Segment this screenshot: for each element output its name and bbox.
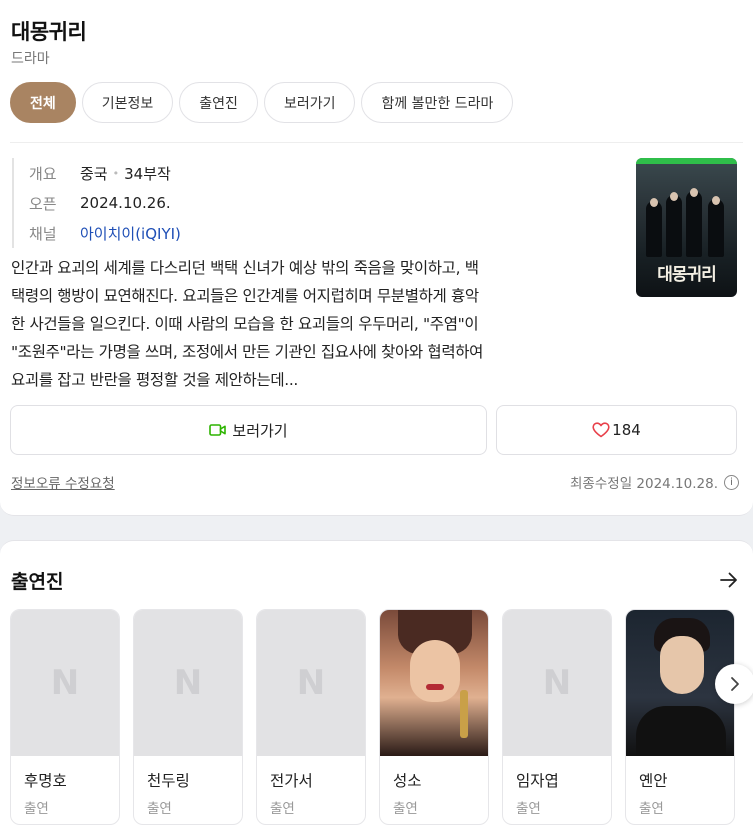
info-icon[interactable]: i xyxy=(724,474,739,490)
divider xyxy=(10,142,743,143)
cast-role: 출연 xyxy=(270,801,295,817)
cast-photo-placeholder: N xyxy=(134,610,242,756)
tab-similar-dramas[interactable]: 함께 볼만한 드라마 xyxy=(361,82,514,123)
cast-role: 출연 xyxy=(639,801,664,817)
face-shape xyxy=(660,636,704,694)
info-row-open: 오픈 2024.10.26. xyxy=(29,188,181,218)
cast-name: 천두링 xyxy=(147,772,190,790)
video-camera-icon xyxy=(209,424,227,436)
cast-role: 출연 xyxy=(393,801,418,817)
n-logo-icon: N xyxy=(542,663,572,703)
arrow-right-icon[interactable] xyxy=(719,571,739,589)
tab-bar: 전체 기본정보 출연진 보러가기 함께 볼만한 드라마 xyxy=(10,82,514,123)
country-value: 중국 xyxy=(80,164,108,183)
poster-figure xyxy=(708,199,724,257)
poster-face xyxy=(712,196,720,205)
report-error-link[interactable]: 정보오류 수정요청 xyxy=(11,472,115,492)
cast-section-title: 출연진 xyxy=(11,571,64,593)
watch-button-label: 보러가기 xyxy=(232,421,288,440)
chevron-right-icon xyxy=(731,677,739,691)
carousel-next-button[interactable] xyxy=(715,664,753,704)
tab-basic-info[interactable]: 기본정보 xyxy=(81,82,174,123)
last-updated-text: 최종수정일 2024.10.28. xyxy=(570,476,718,492)
cast-name: 성소 xyxy=(393,772,422,790)
synopsis-line: 한 사건들을 일으킨다. 이때 사람의 모습을 한 요괴들의 우두머리, "주염… xyxy=(11,315,479,333)
poster-face xyxy=(670,192,678,201)
cast-photo-placeholder: N xyxy=(257,610,365,756)
cast-card[interactable]: N 전가서 출연 xyxy=(256,609,366,825)
cast-role: 출연 xyxy=(147,801,172,817)
genre-label: 드라마 xyxy=(11,51,50,67)
overview-label: 개요 xyxy=(29,164,57,183)
open-date-value: 2024.10.26. xyxy=(80,194,171,212)
cast-card[interactable]: N 후명호 출연 xyxy=(10,609,120,825)
drama-info-card: 대몽귀리 드라마 전체 기본정보 출연진 보러가기 함께 볼만한 드라마 개요 … xyxy=(0,0,753,516)
heart-icon xyxy=(592,422,610,438)
face-shape xyxy=(410,640,460,702)
poster-face xyxy=(650,198,658,207)
poster-image[interactable]: 대몽귀리 xyxy=(636,158,737,297)
cast-card[interactable]: N 임자엽 출연 xyxy=(502,609,612,825)
cast-card[interactable]: 옌안 출연 xyxy=(625,609,735,825)
open-label: 오픈 xyxy=(29,194,57,213)
page-title: 대몽귀리 xyxy=(11,20,87,44)
synopsis-line: 인간과 요괴의 세계를 다스리던 백택 신녀가 예상 밖의 죽음을 맞이하고, … xyxy=(11,259,479,277)
cast-section: 출연진 N 후명호 출연 N 천두링 출연 N 전가서 출연 성소 출연 N 임… xyxy=(0,540,753,832)
cast-name: 전가서 xyxy=(270,772,313,790)
poster-figure xyxy=(666,195,682,257)
synopsis: 인간과 요괴의 세계를 다스리던 백택 신녀가 예상 밖의 죽음을 맞이하고, … xyxy=(11,254,621,394)
cast-name: 후명호 xyxy=(24,772,67,790)
cast-role: 출연 xyxy=(24,801,49,817)
cast-name: 임자엽 xyxy=(516,772,559,790)
n-logo-icon: N xyxy=(296,663,326,703)
n-logo-icon: N xyxy=(50,663,80,703)
info-row-channel: 채널 아이치이(iQIYI) xyxy=(29,218,181,248)
episodes-value: 34부작 xyxy=(124,164,171,183)
cast-photo-placeholder: N xyxy=(503,610,611,756)
like-count: 184 xyxy=(612,421,641,439)
poster-title: 대몽귀리 xyxy=(657,265,717,285)
n-logo-icon: N xyxy=(173,663,203,703)
poster-figure xyxy=(646,201,662,257)
last-updated: 최종수정일 2024.10.28. i xyxy=(570,472,739,492)
cast-photo xyxy=(380,610,488,756)
info-row-overview: 개요 중국 • 34부작 xyxy=(29,158,181,188)
poster-face xyxy=(690,188,698,197)
cast-role: 출연 xyxy=(516,801,541,817)
watch-button[interactable]: 보러가기 xyxy=(10,405,487,455)
earring-shape xyxy=(460,690,468,738)
separator-dot: • xyxy=(112,166,120,180)
synopsis-line: 요괴를 잡고 반란을 평정할 것을 제안하는데... xyxy=(11,371,298,389)
cast-list: N 후명호 출연 N 천두링 출연 N 전가서 출연 성소 출연 N 임자엽 출… xyxy=(10,609,735,825)
tab-watch[interactable]: 보러가기 xyxy=(263,82,356,123)
cast-card[interactable]: N 천두링 출연 xyxy=(133,609,243,825)
channel-link[interactable]: 아이치이(iQIYI) xyxy=(80,223,181,244)
tab-cast[interactable]: 출연진 xyxy=(179,82,258,123)
info-list: 개요 중국 • 34부작 오픈 2024.10.26. 채널 아이치이(iQIY… xyxy=(12,158,181,248)
like-button[interactable]: 184 xyxy=(496,405,737,455)
cast-photo-placeholder: N xyxy=(11,610,119,756)
synopsis-line: "조원주"라는 가명을 쓰며, 조정에서 만든 기관인 집요사에 찾아와 협력하… xyxy=(11,343,484,361)
tab-all[interactable]: 전체 xyxy=(10,82,76,123)
poster-figure xyxy=(686,191,702,257)
cast-card[interactable]: 성소 출연 xyxy=(379,609,489,825)
shoulder-shape xyxy=(636,706,726,756)
cast-name: 옌안 xyxy=(639,772,668,790)
lips-shape xyxy=(426,684,444,690)
synopsis-line: 택령의 행방이 묘연해진다. 요괴들은 인간계를 어지럽히며 무분별하게 흉악 xyxy=(11,287,479,305)
channel-label: 채널 xyxy=(29,224,57,243)
poster-top-band xyxy=(636,158,737,164)
